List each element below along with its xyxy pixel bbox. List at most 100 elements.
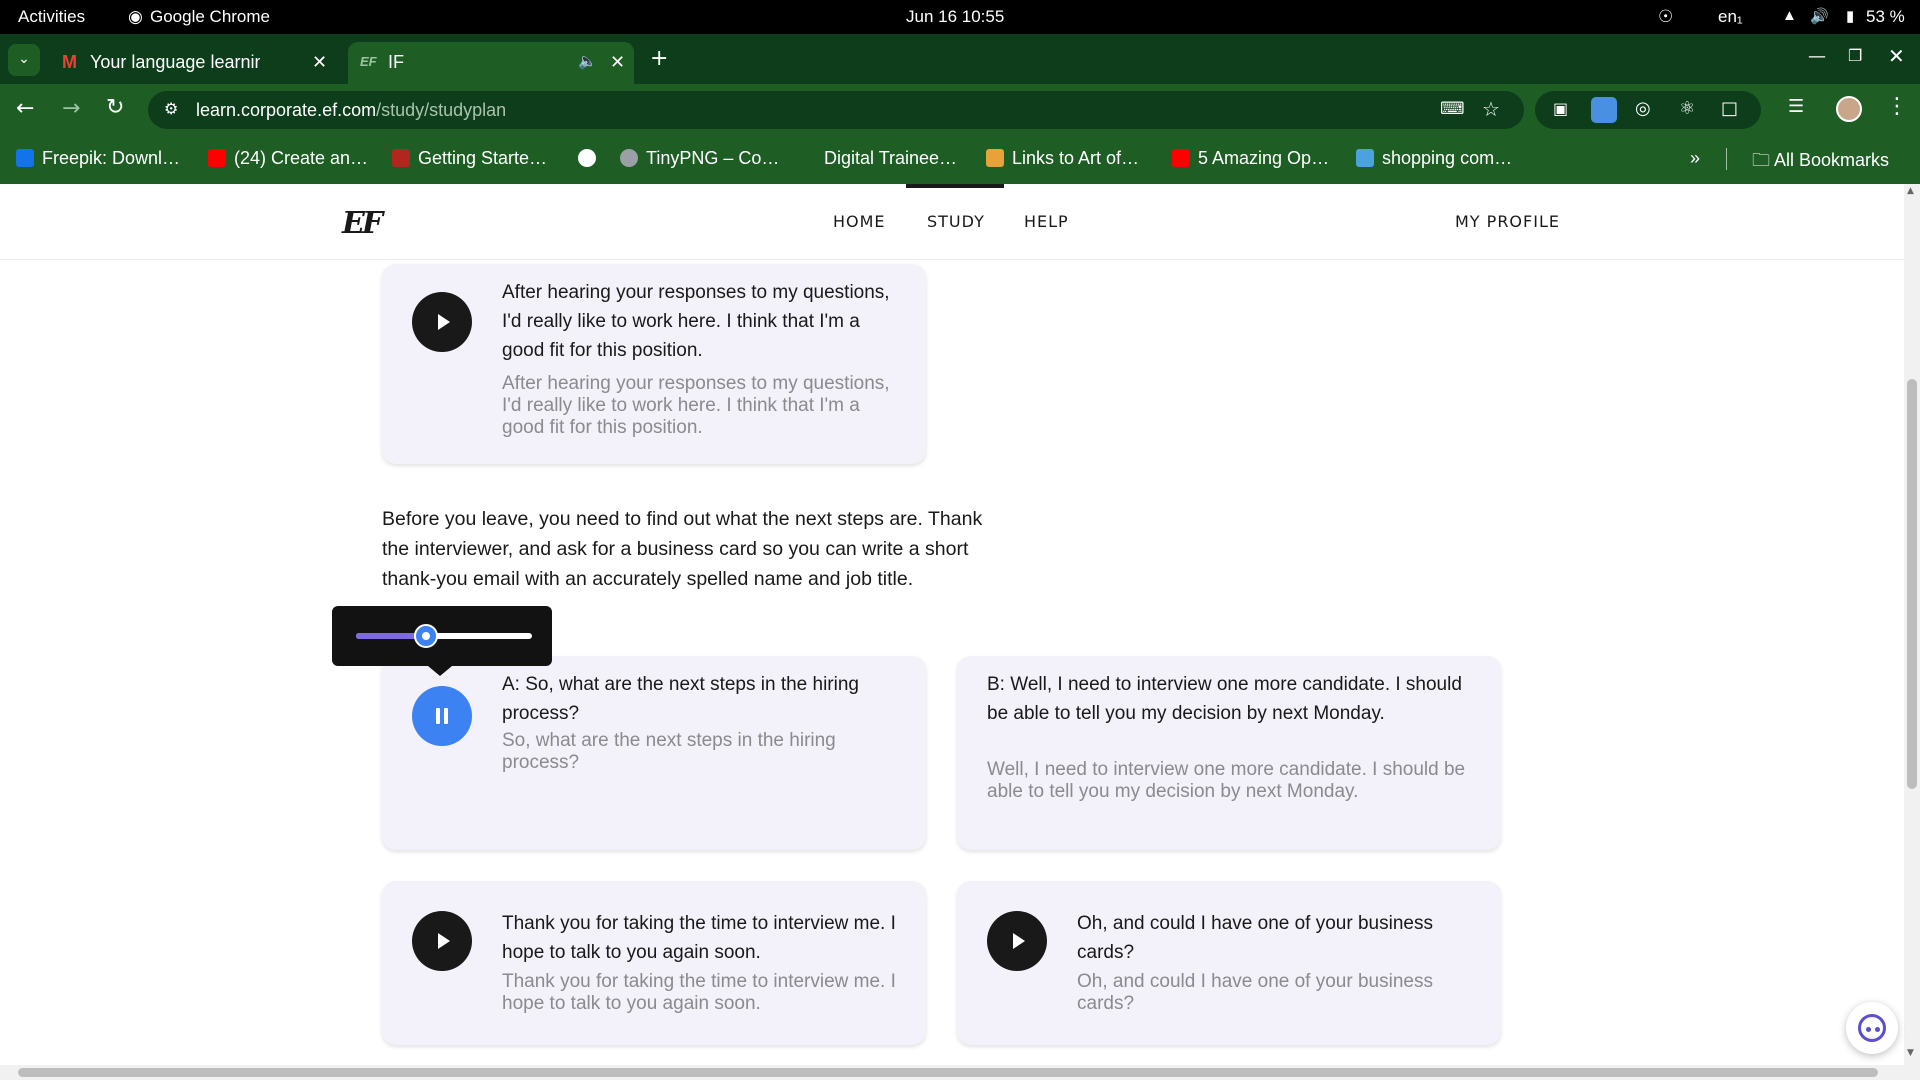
- tab-title: IF: [388, 52, 404, 72]
- play-button[interactable]: [987, 911, 1047, 971]
- bookmark-shopping[interactable]: shopping com…: [1356, 148, 1512, 169]
- bookmark-digital-trainee[interactable]: Digital Trainee…: [824, 148, 957, 169]
- pause-button[interactable]: [412, 686, 472, 746]
- play-icon: [438, 933, 450, 949]
- bookmark-youtube-2[interactable]: 5 Amazing Op…: [1172, 148, 1329, 169]
- scroll-up-icon[interactable]: ▲: [1907, 186, 1914, 196]
- card-translation: Thank you for taking the time to intervi…: [502, 971, 896, 1014]
- tab-audio-icon[interactable]: 🔈: [578, 52, 597, 70]
- horizontal-scrollbar-thumb[interactable]: [18, 1068, 1878, 1077]
- wifi-icon[interactable]: ▲: [1782, 7, 1797, 24]
- extension-copy-icon[interactable]: [1591, 97, 1617, 123]
- tab-gmail[interactable]: M Your language learning c ✕: [50, 42, 340, 84]
- bookmarks-overflow-icon[interactable]: »: [1690, 148, 1700, 169]
- close-window-icon[interactable]: ✕: [1888, 44, 1905, 68]
- site-icon: [392, 149, 410, 167]
- bookmark-getting-started[interactable]: Getting Starte…: [392, 148, 547, 169]
- tab-close-icon[interactable]: ✕: [610, 52, 625, 73]
- browser-toolbar: ← → ↻ ⚙ learn.corporate.ef.com/study/stu…: [0, 84, 1920, 134]
- card-translation: Oh, and could I have one of your busines…: [1077, 971, 1433, 1014]
- forward-icon[interactable]: →: [62, 96, 80, 121]
- ef-icon: EF: [360, 54, 377, 69]
- tab-ef-active[interactable]: EF IF 🔈 ✕: [348, 42, 634, 84]
- play-button[interactable]: [412, 292, 472, 352]
- youtube-icon: [1172, 149, 1190, 167]
- restore-icon[interactable]: ❐: [1848, 46, 1862, 65]
- tinypng-icon: [620, 149, 638, 167]
- extensions-area: ▣ ◎ ⚛ □: [1535, 91, 1761, 129]
- back-icon[interactable]: ←: [16, 96, 34, 121]
- vertical-scrollbar[interactable]: ▲ ▼: [1904, 184, 1920, 1065]
- extension-target-icon[interactable]: ◎: [1635, 98, 1651, 119]
- all-bookmarks[interactable]: 🗀 All Bookmarks: [1752, 148, 1889, 178]
- card-text: B: Well, I need to interview one more ca…: [987, 674, 1462, 724]
- activities-button[interactable]: Activities: [18, 7, 85, 27]
- tab-close-icon[interactable]: ✕: [312, 52, 327, 73]
- card-text: Oh, and could I have one of your busines…: [1077, 913, 1433, 963]
- card-text: Thank you for taking the time to intervi…: [502, 913, 896, 963]
- app-name[interactable]: Google Chrome: [150, 7, 270, 27]
- chrome-indicator-icon: ◉: [128, 7, 143, 26]
- accessibility-icon[interactable]: ☉: [1658, 7, 1673, 27]
- active-nav-indicator: [906, 184, 1004, 188]
- nav-home[interactable]: HOME: [833, 212, 886, 231]
- nav-study[interactable]: STUDY: [927, 212, 985, 231]
- url-text[interactable]: learn.corporate.ef.com/study/studyplan: [196, 100, 506, 121]
- play-icon: [438, 314, 450, 330]
- page-content: EF HOME STUDY HELP MY PROFILE After hear…: [0, 184, 1904, 1065]
- site-nav: EF HOME STUDY HELP MY PROFILE: [0, 184, 1904, 260]
- system-top-bar: Activities ◉ Google Chrome Jun 16 10:55 …: [0, 0, 1920, 34]
- play-button[interactable]: [412, 911, 472, 971]
- bookmark-star-icon[interactable]: ☆: [1482, 97, 1500, 121]
- tab-title: Your language learning c: [90, 52, 260, 72]
- vertical-scrollbar-thumb[interactable]: [1907, 379, 1917, 789]
- clock[interactable]: Jun 16 10:55: [906, 7, 1004, 27]
- bookmark-tinypng[interactable]: TinyPNG – Co…: [620, 148, 779, 169]
- bookmark-freepik[interactable]: Freepik: Downl…: [16, 148, 180, 169]
- dialogue-card: After hearing your responses to my quest…: [382, 264, 926, 464]
- extensions-puzzle-icon[interactable]: □: [1721, 98, 1738, 119]
- bookmark-youtube-1[interactable]: (24) Create an…: [208, 148, 368, 169]
- gmail-icon: M: [62, 52, 77, 72]
- horizontal-scrollbar[interactable]: [0, 1065, 1920, 1080]
- bookmark-links-art[interactable]: Links to Art of…: [986, 148, 1139, 169]
- shopping-icon: [1356, 149, 1374, 167]
- dialogue-card-a: A: So, what are the next steps in the hi…: [382, 656, 926, 850]
- volume-icon[interactable]: 🔊: [1810, 7, 1829, 25]
- volume-slider[interactable]: [356, 633, 532, 639]
- extension-note-icon[interactable]: ▣: [1553, 99, 1568, 118]
- battery-icon[interactable]: ▮: [1846, 7, 1854, 25]
- pause-icon: [436, 708, 440, 724]
- card-translation: Well, I need to interview one more candi…: [987, 759, 1466, 802]
- play-icon: [1013, 933, 1025, 949]
- nav-my-profile[interactable]: MY PROFILE: [1455, 212, 1560, 231]
- assistant-chat-button[interactable]: [1846, 1002, 1898, 1054]
- extension-react-icon[interactable]: ⚛: [1679, 98, 1695, 119]
- ef-logo[interactable]: EF: [342, 206, 383, 241]
- volume-slider-handle[interactable]: [414, 624, 438, 648]
- dialogue-card-c: Thank you for taking the time to intervi…: [382, 881, 926, 1045]
- site-info-icon[interactable]: ⚙: [164, 99, 178, 118]
- tab-search-icon[interactable]: ⌄: [8, 44, 40, 76]
- reload-icon[interactable]: ↻: [106, 95, 124, 120]
- address-bar[interactable]: ⚙ learn.corporate.ef.com/study/studyplan…: [148, 91, 1524, 129]
- card-text: After hearing your responses to my quest…: [502, 282, 890, 361]
- art-icon: [986, 149, 1004, 167]
- popover-caret: [428, 666, 452, 676]
- battery-percent: 53 %: [1866, 7, 1905, 26]
- youtube-icon: [208, 149, 226, 167]
- tab-strip: ⌄ M Your language learning c ✕ EF IF 🔈 ✕…: [0, 34, 1920, 84]
- folder-icon: 🗀: [1752, 150, 1775, 170]
- input-language[interactable]: en₁: [1718, 7, 1743, 27]
- assistant-face-icon: [1858, 1014, 1886, 1042]
- translate-icon[interactable]: ⌨: [1440, 99, 1465, 119]
- minimize-icon[interactable]: —: [1808, 46, 1826, 67]
- scroll-down-icon[interactable]: ▼: [1907, 1048, 1914, 1058]
- nav-help[interactable]: HELP: [1024, 212, 1069, 231]
- dialogue-card-b: B: Well, I need to interview one more ca…: [957, 656, 1501, 850]
- new-tab-icon[interactable]: +: [650, 46, 668, 71]
- bookmark-globe[interactable]: [578, 148, 604, 169]
- profile-avatar[interactable]: [1836, 96, 1862, 122]
- media-control-icon[interactable]: ☰: [1788, 96, 1804, 117]
- menu-kebab-icon[interactable]: ⋮: [1886, 94, 1908, 119]
